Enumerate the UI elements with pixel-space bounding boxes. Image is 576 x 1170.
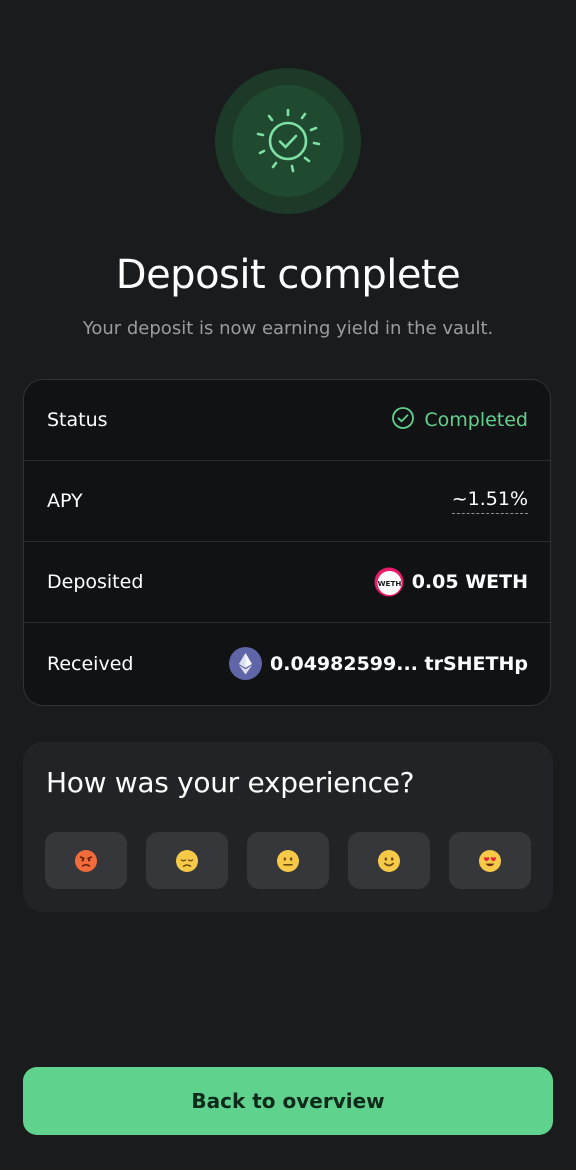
check-circle-burst-icon xyxy=(256,108,321,173)
rating-happy-button[interactable] xyxy=(348,832,430,889)
page-subtitle: Your deposit is now earning yield in the… xyxy=(82,318,494,339)
detail-row-apy: APY ~1.51% xyxy=(24,461,550,542)
sad-face-icon xyxy=(176,849,198,872)
rating-sad-button[interactable] xyxy=(146,832,228,889)
success-badge xyxy=(215,68,361,214)
heart-eyes-face-icon xyxy=(479,849,501,872)
received-label: Received xyxy=(47,652,134,675)
feedback-title: How was your experience? xyxy=(46,766,415,799)
success-badge-inner xyxy=(232,85,344,197)
neutral-face-icon xyxy=(277,849,299,872)
detail-row-deposited: Deposited WETH 0.05 WETH xyxy=(24,542,550,623)
apy-label: APY xyxy=(47,490,83,512)
status-text: Completed xyxy=(424,409,528,431)
received-amount: 0.04982599... trSHETHp xyxy=(270,652,528,675)
check-circle-icon xyxy=(391,406,415,435)
rating-angry-button[interactable] xyxy=(45,832,127,889)
rating-neutral-button[interactable] xyxy=(247,832,329,889)
detail-row-status: Status Completed xyxy=(24,380,550,461)
deposited-amount: 0.05 WETH xyxy=(411,571,528,593)
rating-love-button[interactable] xyxy=(449,832,531,889)
weth-icon-text: WETH xyxy=(377,579,401,588)
received-value: 0.04982599... trSHETHp xyxy=(229,647,528,680)
apy-value[interactable]: ~1.51% xyxy=(451,488,528,514)
angry-face-icon xyxy=(75,849,97,872)
ethereum-token-icon xyxy=(229,647,263,680)
status-label: Status xyxy=(47,409,108,431)
deposit-details-card: Status Completed APY ~1.51% Deposited WE… xyxy=(23,379,551,706)
status-value: Completed xyxy=(391,406,528,435)
feedback-card: How was your experience? xyxy=(23,742,553,912)
detail-row-received: Received 0.04982599... trSHETHp xyxy=(24,623,550,704)
rating-options xyxy=(45,832,531,889)
page-title: Deposit complete xyxy=(115,252,461,298)
happy-face-icon xyxy=(378,849,400,872)
weth-token-icon: WETH xyxy=(374,567,404,597)
deposited-label: Deposited xyxy=(47,571,144,593)
deposited-value: WETH 0.05 WETH xyxy=(374,567,528,597)
back-to-overview-button[interactable]: Back to overview xyxy=(23,1067,553,1135)
